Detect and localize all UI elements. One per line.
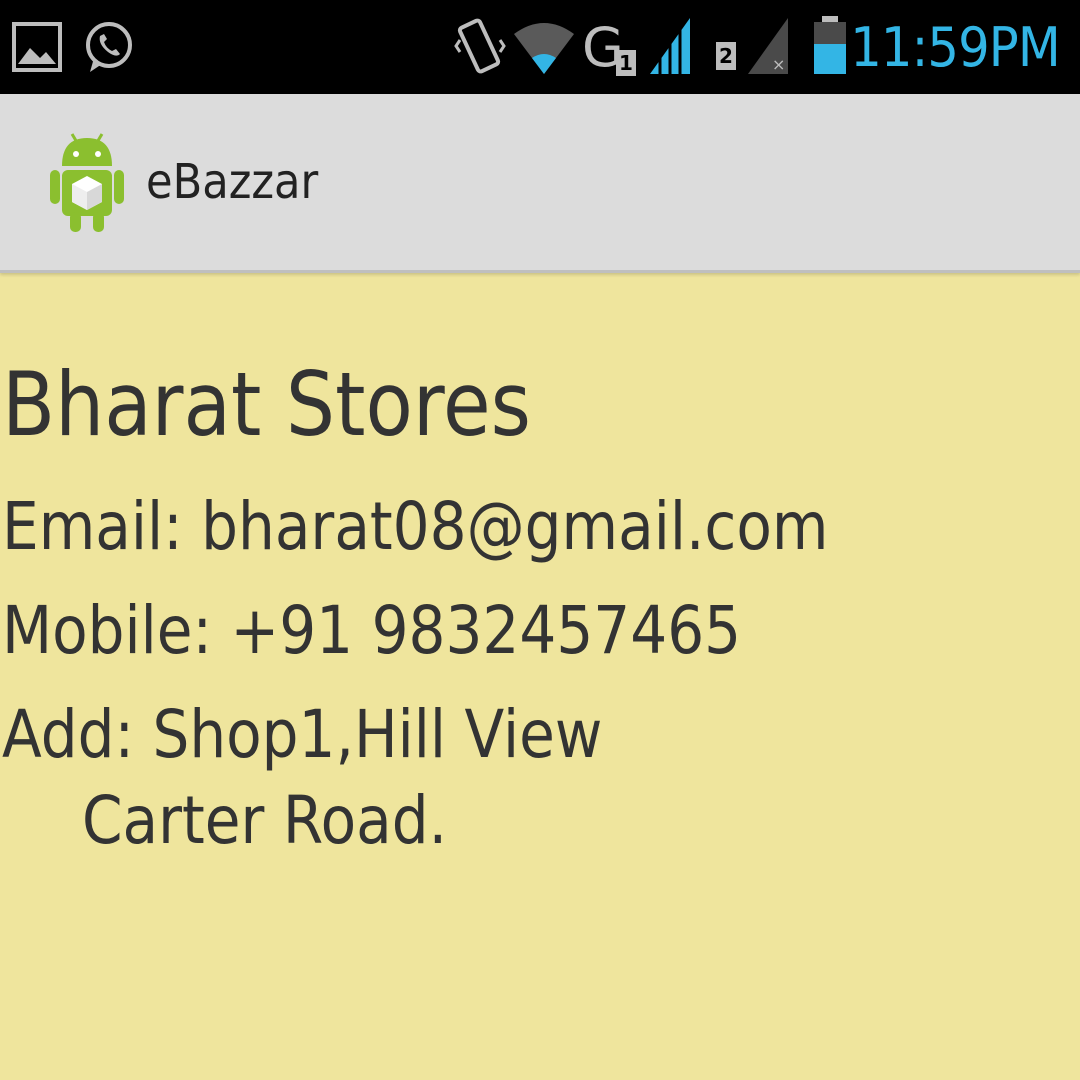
android-app-icon[interactable] (48, 130, 126, 234)
signal-sim1-icon (650, 18, 690, 74)
wifi-icon (514, 23, 574, 74)
status-clock: 11:59PM (850, 16, 1060, 79)
store-address-line1: Add: Shop1,Hill View (2, 696, 603, 773)
gallery-icon (12, 22, 62, 72)
store-email: Email: bharat08@gmail.com (2, 488, 829, 565)
store-details: Bharat Stores Email: bharat08@gmail.com … (0, 273, 1080, 1080)
store-address-line2: Carter Road. (82, 782, 448, 859)
app-title: eBazzar (146, 154, 319, 210)
store-mobile: Mobile: +91 9832457465 (2, 592, 742, 669)
svg-text:×: × (772, 55, 785, 74)
network-g-sim1-icon: G 1 (582, 16, 642, 80)
sim2-badge: 2 (716, 42, 736, 70)
action-bar: eBazzar (0, 94, 1080, 273)
vibrate-icon (454, 18, 506, 74)
status-bar: G 1 2 × 11:59PM (0, 0, 1080, 94)
whatsapp-icon (86, 22, 132, 72)
signal-sim2-icon: × (748, 18, 788, 74)
sim1-badge: 1 (616, 50, 636, 76)
store-name: Bharat Stores (2, 353, 531, 456)
battery-icon (814, 16, 846, 74)
